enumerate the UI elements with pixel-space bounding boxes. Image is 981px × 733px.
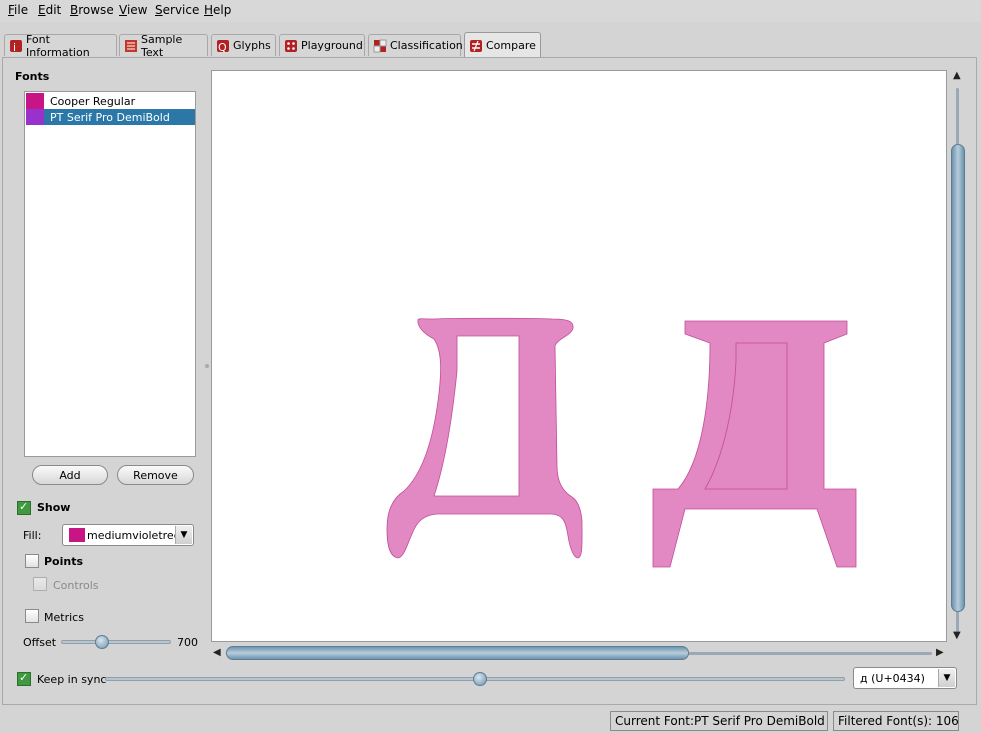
show-checkbox[interactable] — [17, 500, 31, 515]
fonts-title: Fonts — [15, 70, 50, 83]
svg-text:Q: Q — [218, 41, 227, 53]
fill-color-select[interactable]: mediumvioletred ▼ — [62, 524, 194, 546]
glyph-position-slider-handle[interactable] — [473, 672, 487, 686]
glyph-select-value: д (U+0434) — [860, 672, 925, 685]
status-current-font: Current Font:PT Serif Pro DemiBold — [610, 711, 828, 731]
compare-icon — [469, 39, 483, 53]
glyph-pt-serif — [652, 320, 857, 568]
font-color-swatch — [26, 109, 44, 125]
glyph-cooper — [386, 317, 583, 559]
offset-slider-handle[interactable] — [95, 635, 109, 649]
controls-checkbox[interactable] — [33, 577, 47, 591]
offset-label: Offset — [23, 636, 57, 649]
glyphs-icon: Q — [216, 39, 230, 54]
menu-file[interactable]: File — [8, 3, 28, 17]
glyph-select[interactable]: д (U+0434) ▼ — [853, 667, 957, 689]
controls-label: Controls — [53, 579, 99, 592]
chevron-down-icon[interactable]: ▼ — [938, 669, 955, 687]
tab-glyphs[interactable]: Q Glyphs — [211, 34, 276, 56]
tab-bar: i Font Information Sample Text Q Glyphs … — [0, 32, 981, 59]
glyph-compare-canvas[interactable] — [211, 70, 947, 642]
scroll-right-icon[interactable]: ▶ — [936, 647, 944, 658]
playground-icon — [284, 39, 298, 53]
fill-color-swatch — [69, 528, 85, 542]
menu-browse[interactable]: Browse — [70, 3, 114, 17]
tab-playground[interactable]: Playground — [279, 34, 365, 56]
scroll-up-icon[interactable]: ▲ — [953, 70, 961, 81]
vertical-scroll-thumb[interactable] — [951, 144, 965, 612]
list-item[interactable]: Cooper Regular — [26, 93, 195, 109]
svg-text:i: i — [13, 41, 16, 53]
menu-view[interactable]: View — [119, 3, 147, 17]
font-list[interactable]: Cooper Regular PT Serif Pro DemiBold — [24, 91, 196, 457]
status-filtered-fonts: Filtered Font(s): 106 — [833, 711, 959, 731]
offset-value: 700 — [177, 636, 198, 649]
menu-bar: File Edit Browse View Service Help — [0, 0, 981, 22]
glyph-overlay — [386, 317, 857, 568]
list-item[interactable]: PT Serif Pro DemiBold — [26, 109, 195, 125]
splitter-handle[interactable] — [205, 364, 209, 368]
keep-in-sync-label: Keep in sync — [37, 673, 107, 686]
scroll-left-icon[interactable]: ◀ — [213, 647, 221, 658]
points-checkbox[interactable] — [25, 554, 39, 568]
keep-in-sync-checkbox[interactable] — [17, 671, 31, 686]
tab-sample-text[interactable]: Sample Text — [119, 33, 208, 59]
chevron-down-icon[interactable]: ▼ — [175, 526, 192, 544]
tab-font-information[interactable]: i Font Information — [4, 33, 117, 59]
tab-compare[interactable]: Compare — [464, 32, 541, 58]
scroll-down-icon[interactable]: ▼ — [953, 630, 961, 641]
metrics-checkbox[interactable] — [25, 609, 39, 623]
fill-color-value: mediumvioletred — [87, 529, 181, 542]
tab-classification[interactable]: Classification — [368, 34, 463, 56]
metrics-label: Metrics — [44, 611, 84, 624]
remove-button[interactable]: Remove — [117, 465, 194, 485]
menu-edit[interactable]: Edit — [38, 3, 61, 17]
sample-text-icon — [124, 39, 138, 53]
horizontal-scroll-thumb[interactable] — [226, 646, 689, 660]
horizontal-scrollbar[interactable]: ◀ ▶ — [212, 645, 948, 661]
menu-service[interactable]: Service — [155, 3, 199, 17]
add-button[interactable]: Add — [32, 465, 108, 485]
classification-icon — [373, 39, 387, 53]
points-label: Points — [44, 555, 84, 568]
font-info-icon: i — [9, 39, 23, 54]
font-color-swatch — [26, 93, 44, 109]
show-label: Show — [37, 501, 71, 514]
vertical-scrollbar[interactable]: ▲ ▼ — [950, 70, 966, 646]
fill-label: Fill: — [23, 529, 42, 542]
offset-slider[interactable] — [61, 640, 171, 644]
menu-help[interactable]: Help — [204, 3, 231, 17]
